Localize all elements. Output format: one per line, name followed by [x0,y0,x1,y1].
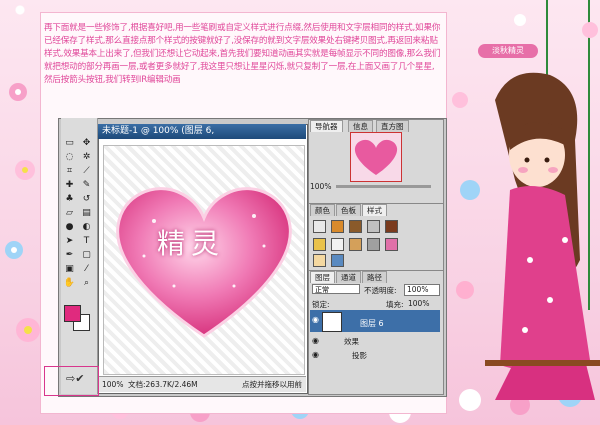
dodge-tool-icon[interactable]: ◐ [80,222,93,233]
eye-icon[interactable]: ◉ [312,350,319,359]
tab-paths[interactable]: 路径 [362,271,387,283]
slice-tool-icon[interactable]: ⟋ [80,166,93,177]
tab-styles[interactable]: 样式 [362,204,387,216]
intro-text: 再下面就是一些修饰了,根据喜好吧,用一些笔刷或自定义样式进行点缀,然后使用和文字… [44,23,441,85]
layer-effects-label: 效果 [344,337,359,346]
status-bar: 100% 文档:263.7K/2.46M 点按并拖移以用前 [98,376,306,392]
layer-name: 图层 6 [360,319,384,328]
type-tool-icon[interactable]: T [80,236,93,247]
style-swatch[interactable] [367,220,380,233]
style-swatch[interactable] [313,238,326,251]
girl-on-swing-illustration [485,72,600,400]
eyedropper-tool-icon[interactable]: ⁄ [80,264,93,275]
style-swatch[interactable] [349,220,362,233]
tab-info[interactable]: 信息 [348,120,373,132]
tab-layers[interactable]: 图层 [310,271,335,283]
zoom-tool-icon[interactable]: ⌕ [80,278,93,289]
path-select-tool-icon[interactable]: ➤ [63,236,76,247]
fill-label: 填充: [386,300,404,309]
style-swatch[interactable] [331,254,344,267]
move-tool-icon[interactable]: ✥ [80,138,93,149]
tab-navigator[interactable]: 导航器 [310,120,343,132]
marquee-tool-icon[interactable]: ▭ [63,138,76,149]
blur-tool-icon[interactable]: ● [63,222,76,233]
style-swatch[interactable] [313,220,326,233]
style-swatch[interactable] [313,254,326,267]
gradient-tool-icon[interactable]: ▤ [80,208,93,219]
jump-to-imageready-button[interactable]: ⇨✔ [66,372,84,385]
tab-channels[interactable]: 通道 [336,271,361,283]
tab-swatches[interactable]: 色板 [336,204,361,216]
opacity-field[interactable]: 100% [404,284,440,296]
hand-tool-icon[interactable]: ✋ [63,278,76,289]
style-swatch[interactable] [385,238,398,251]
logo-badge: 淡秋精灵 [478,44,538,58]
status-doc-size: 文档:263.7K/2.46M [128,380,198,389]
layer-thumbnail [322,312,342,332]
eye-icon[interactable]: ◉ [312,315,319,324]
brush-tool-icon[interactable]: ✎ [80,180,93,191]
eye-icon[interactable]: ◉ [312,336,319,345]
eraser-tool-icon[interactable]: ▱ [63,208,76,219]
notes-tool-icon[interactable]: ▣ [63,264,76,275]
lock-label: 锁定: [312,300,330,309]
toolbox: ▭ ✥ ◌ ✲ ⌗ ⟋ ✚ ✎ ♣ ↺ ▱ ▤ ● ◐ ➤ T ✒ ▢ ▣ ⁄ … [61,118,98,394]
style-swatch[interactable] [331,238,344,251]
navigator-zoom-slider[interactable] [336,185,431,188]
status-hint: 点按并拖移以用前 [242,380,302,389]
tab-histogram[interactable]: 直方图 [376,120,409,132]
opacity-value: 100% [407,285,429,294]
healing-tool-icon[interactable]: ✚ [63,180,76,191]
document-title[interactable]: 未标题-1 @ 100% (图层 6, [98,124,306,139]
fill-value[interactable]: 100% [408,299,429,308]
heart-text: 精灵 [157,227,226,260]
shape-tool-icon[interactable]: ▢ [80,250,93,261]
layer-effect-drop-shadow: 投影 [352,351,367,360]
tab-color[interactable]: 颜色 [310,204,335,216]
lasso-tool-icon[interactable]: ◌ [63,152,76,163]
navigator-thumbnail[interactable] [350,132,402,182]
blend-mode-select[interactable]: 正常 [312,284,360,294]
style-swatch[interactable] [385,220,398,233]
magic-wand-tool-icon[interactable]: ✲ [80,152,93,163]
style-swatch[interactable] [367,238,380,251]
crop-tool-icon[interactable]: ⌗ [63,166,76,177]
navigator-zoom[interactable]: 100% [310,182,331,191]
status-zoom[interactable]: 100% [102,377,123,392]
history-brush-tool-icon[interactable]: ↺ [80,194,93,205]
style-swatch[interactable] [349,238,362,251]
opacity-label: 不透明度: [364,286,397,295]
style-swatch[interactable] [331,220,344,233]
pen-tool-icon[interactable]: ✒ [63,250,76,261]
foreground-color-swatch[interactable] [64,305,81,322]
stamp-tool-icon[interactable]: ♣ [63,194,76,205]
